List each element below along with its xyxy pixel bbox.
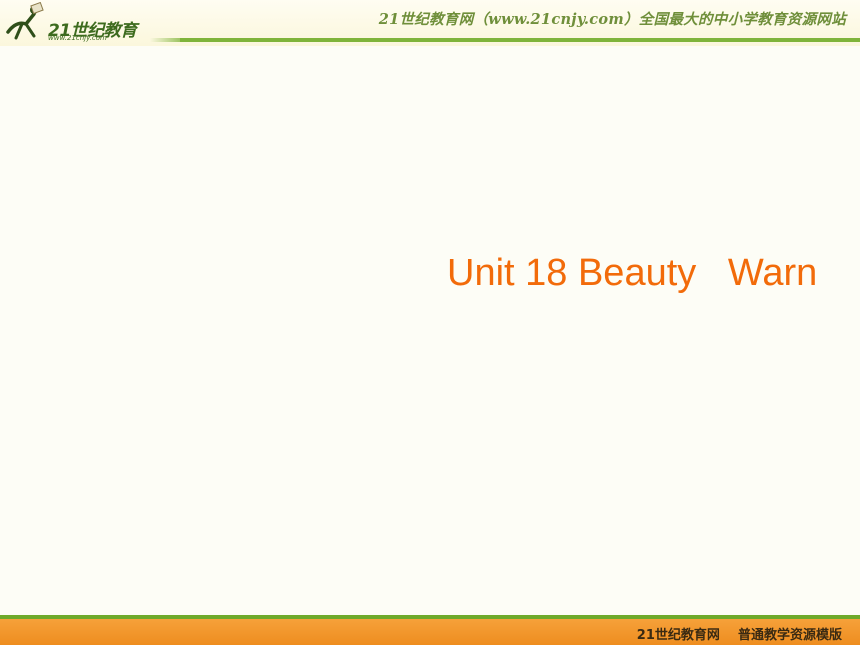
header-rule — [180, 38, 860, 42]
slide-title: Unit 18 Beauty Warn — [447, 252, 818, 294]
logo: 21世纪教育 www.21cnjy.com — [4, 2, 154, 42]
slide-header: 21世纪教育 www.21cnjy.com 21世纪教育网（www.21cnjy… — [0, 0, 860, 46]
logo-url: www.21cnjy.com — [48, 34, 107, 42]
footer-text: 21世纪教育网 普通教学资源模版 — [636, 628, 842, 643]
header-title: 21世纪教育网（www.21cnjy.com）全国最大的中小学教育资源网站 — [378, 11, 846, 28]
runner-icon — [6, 2, 44, 40]
slide-footer: 21世纪教育网 普通教学资源模版 — [0, 615, 860, 645]
